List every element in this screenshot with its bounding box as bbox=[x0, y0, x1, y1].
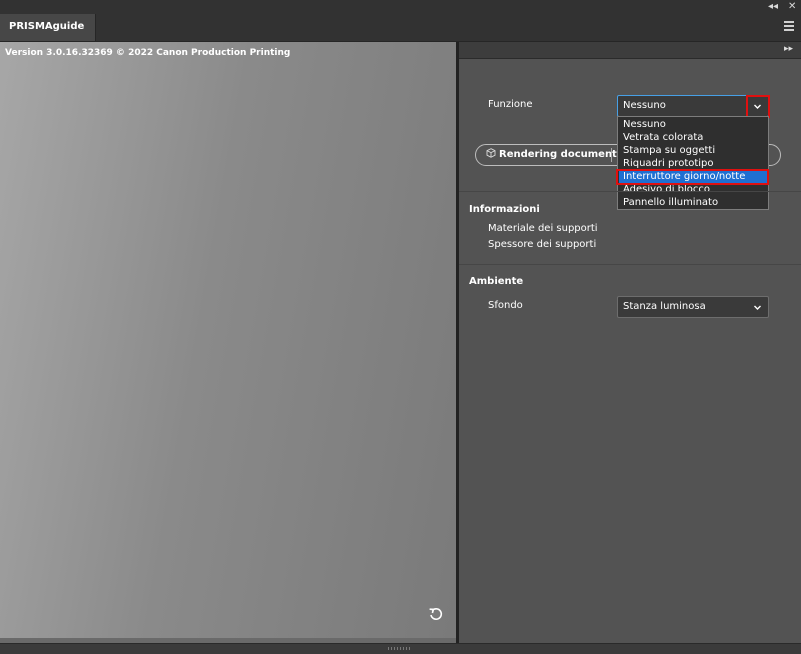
title-strip: ◂◂ ✕ bbox=[0, 0, 801, 15]
section-divider bbox=[459, 264, 801, 265]
dropdown-option-pannello[interactable]: Pannello illuminato bbox=[619, 196, 767, 209]
tab-bar: PRISMAguide XL bbox=[0, 14, 801, 58]
render-document-label: Rendering documento bbox=[499, 149, 624, 160]
double-chevron-right-icon[interactable]: ▸▸ bbox=[784, 44, 793, 54]
dropdown-option-nessuno[interactable]: Nessuno bbox=[619, 118, 767, 131]
status-bar bbox=[0, 643, 801, 654]
double-chevron-left-icon[interactable]: ◂◂ bbox=[768, 1, 778, 13]
properties-panel: ▸▸ Funzione Nessuno Rendering documento … bbox=[459, 42, 801, 643]
funzione-label: Funzione bbox=[488, 99, 533, 110]
rotate-reset-icon[interactable] bbox=[428, 606, 444, 622]
annotation-highlight-option bbox=[616, 169, 769, 185]
version-text: Version 3.0.16.32369 © 2022 Canon Produc… bbox=[5, 48, 291, 58]
sfondo-value: Stanza luminosa bbox=[623, 301, 706, 312]
info-item-materiale: Materiale dei supporti bbox=[488, 223, 598, 234]
ambiente-header: Ambiente bbox=[469, 276, 524, 287]
close-icon[interactable]: ✕ bbox=[788, 1, 796, 13]
panel-header: ▸▸ bbox=[459, 42, 801, 59]
chevron-down-icon bbox=[754, 305, 761, 310]
dropdown-option-stampa[interactable]: Stampa su oggetti bbox=[619, 144, 767, 157]
informazioni-header: Informazioni bbox=[469, 204, 540, 215]
funzione-value: Nessuno bbox=[623, 100, 666, 111]
preview-canvas[interactable]: Version 3.0.16.32369 © 2022 Canon Produc… bbox=[0, 42, 456, 638]
cube-icon bbox=[486, 148, 496, 158]
info-item-spessore: Spessore dei supporti bbox=[488, 239, 597, 250]
funzione-dropdown-list[interactable]: Nessuno Vetrata colorata Stampa su ogget… bbox=[617, 116, 769, 210]
sfondo-select[interactable]: Stanza luminosa bbox=[617, 296, 769, 318]
resize-grip[interactable] bbox=[388, 647, 410, 650]
hamburger-menu-icon[interactable] bbox=[784, 21, 794, 31]
dropdown-option-vetrata[interactable]: Vetrata colorata bbox=[619, 131, 767, 144]
sfondo-label: Sfondo bbox=[488, 300, 523, 311]
annotation-highlight-chevron bbox=[746, 95, 770, 118]
tab-prismaguide[interactable]: PRISMAguide XL bbox=[0, 14, 96, 58]
section-divider bbox=[459, 191, 801, 192]
